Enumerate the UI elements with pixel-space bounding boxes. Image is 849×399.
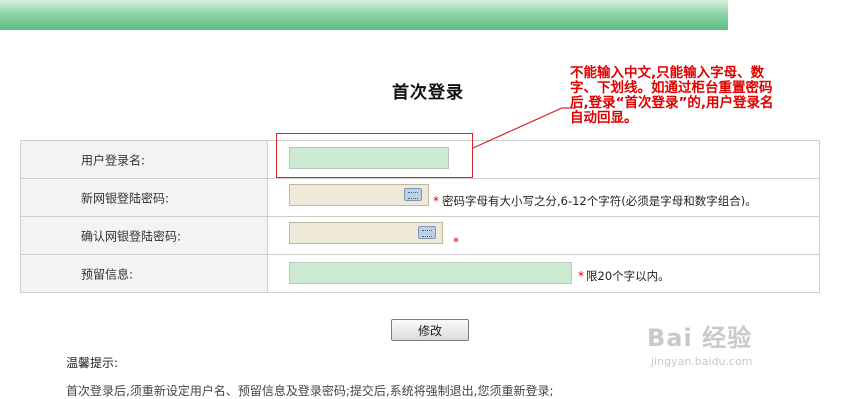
confirm-password-label: 确认网银登陆密码: (81, 229, 182, 243)
username-label-cell: 用户登录名: (21, 141, 268, 178)
new-password-label-cell: 新网银登陆密码: (21, 179, 268, 216)
watermark-logo: Bai 经验 (647, 324, 753, 352)
new-password-label: 新网银登陆密码: (81, 191, 170, 205)
reserved-info-label-cell: 预留信息: (21, 255, 268, 292)
submit-button[interactable]: 修改 (391, 319, 469, 341)
watermark-url: jingyan.baidu.com (651, 355, 753, 368)
keyboard-icon[interactable] (418, 226, 436, 239)
new-password-row: 新网银登陆密码: * 密码字母有大小写之分,6-12个字符(必须是字母和数字组合… (21, 179, 819, 217)
reserved-info-label: 预留信息: (81, 267, 134, 281)
required-star: * (578, 269, 584, 283)
password-hint: 密码字母有大小写之分,6-12个字符(必须是字母和数字组合)。 (442, 194, 757, 208)
reserved-info-row: 预留信息: * 限20个字以内。 (21, 255, 819, 292)
confirm-password-row: 确认网银登陆密码: * (21, 217, 819, 255)
required-star: * (433, 194, 439, 208)
required-star: * (453, 235, 459, 249)
tips-title: 温馨提示: (66, 356, 119, 370)
new-password-input[interactable] (289, 184, 429, 206)
top-banner (0, 0, 728, 30)
reserved-info-input[interactable] (289, 262, 572, 284)
keyboard-icon[interactable] (404, 188, 422, 201)
watermark: Bai 经验 jingyan.baidu.com (647, 318, 753, 368)
confirm-password-input[interactable] (289, 222, 443, 244)
username-label: 用户登录名: (81, 153, 146, 167)
confirm-password-label-cell: 确认网银登陆密码: (21, 217, 268, 254)
annotation-callout: 不能输入中文,只能输入字母、数字、下划线。如通过柜台重置密码后,登录“首次登录”… (570, 65, 774, 126)
page-title: 首次登录 (392, 83, 464, 103)
username-highlight-box (276, 133, 473, 178)
reserved-info-hint: 限20个字以内。 (586, 269, 670, 283)
